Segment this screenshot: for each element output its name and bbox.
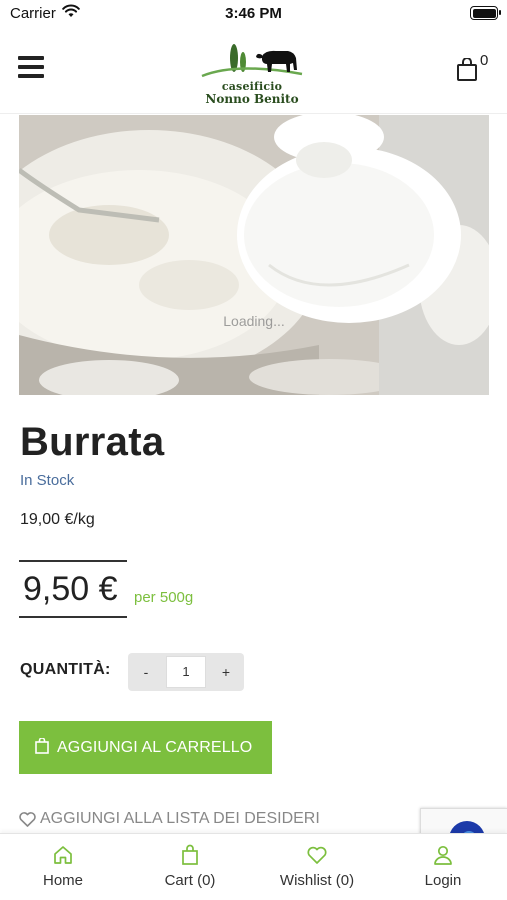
clock: 3:46 PM	[225, 5, 282, 22]
bag-icon	[35, 737, 49, 759]
burrata-photo	[19, 115, 489, 395]
add-to-cart-button[interactable]: AGGIUNGI AL CARRELLO	[19, 721, 272, 774]
product-image: Loading...	[19, 115, 489, 395]
tab-home-label: Home	[42, 872, 83, 889]
price-unit-note: per 500g	[134, 589, 194, 606]
price-box: 9,50 €	[19, 560, 127, 618]
tab-cart[interactable]: Cart (0)	[127, 844, 253, 894]
quantity-input[interactable]: 1	[166, 656, 206, 688]
unit-price: 19,00 €/kg	[20, 511, 95, 528]
home-icon	[54, 846, 72, 864]
tab-cart-label: Cart (0)	[164, 872, 216, 889]
add-to-wishlist-link[interactable]: AGGIUNGI ALLA LISTA DEI DESIDERI	[19, 810, 320, 828]
logo-graphic	[201, 44, 303, 78]
cart-count-badge: 0	[480, 52, 489, 69]
heart-outline-icon	[19, 812, 36, 832]
app-header: caseificio Nonno Benito 0	[0, 28, 507, 114]
bottom-navigation: Home Cart (0) Wishlist (0) Login	[0, 833, 507, 900]
stock-status: In Stock	[20, 472, 75, 489]
quantity-label: QUANTITÀ:	[20, 661, 111, 678]
logo-text-bottom: Nonno Benito	[205, 92, 299, 106]
cart-icon[interactable]	[456, 57, 482, 86]
add-to-wishlist-label: AGGIUNGI ALLA LISTA DEI DESIDERI	[40, 810, 320, 827]
tab-wishlist-label: Wishlist (0)	[279, 872, 355, 889]
quantity-decrease-button[interactable]: -	[128, 653, 164, 691]
tab-login[interactable]: Login	[380, 844, 506, 894]
heart-icon	[307, 846, 327, 864]
add-to-cart-label: AGGIUNGI AL CARRELLO	[57, 739, 253, 756]
loading-indicator: Loading...	[223, 313, 285, 329]
bag-icon	[182, 844, 198, 865]
product-title: Burrata	[20, 420, 165, 464]
tab-login-label: Login	[424, 872, 462, 889]
quantity-stepper: - 1 +	[128, 653, 244, 691]
quantity-increase-button[interactable]: +	[208, 653, 244, 691]
user-icon	[434, 845, 452, 865]
battery-icon	[470, 6, 501, 20]
product-price: 9,50 €	[23, 570, 118, 608]
tab-home[interactable]: Home	[0, 844, 126, 894]
hamburger-menu-icon[interactable]	[18, 56, 44, 80]
tab-wishlist[interactable]: Wishlist (0)	[254, 844, 380, 894]
brand-logo[interactable]: caseificio Nonno Benito	[196, 36, 308, 108]
status-bar: Carrier 3:46 PM	[0, 0, 507, 28]
